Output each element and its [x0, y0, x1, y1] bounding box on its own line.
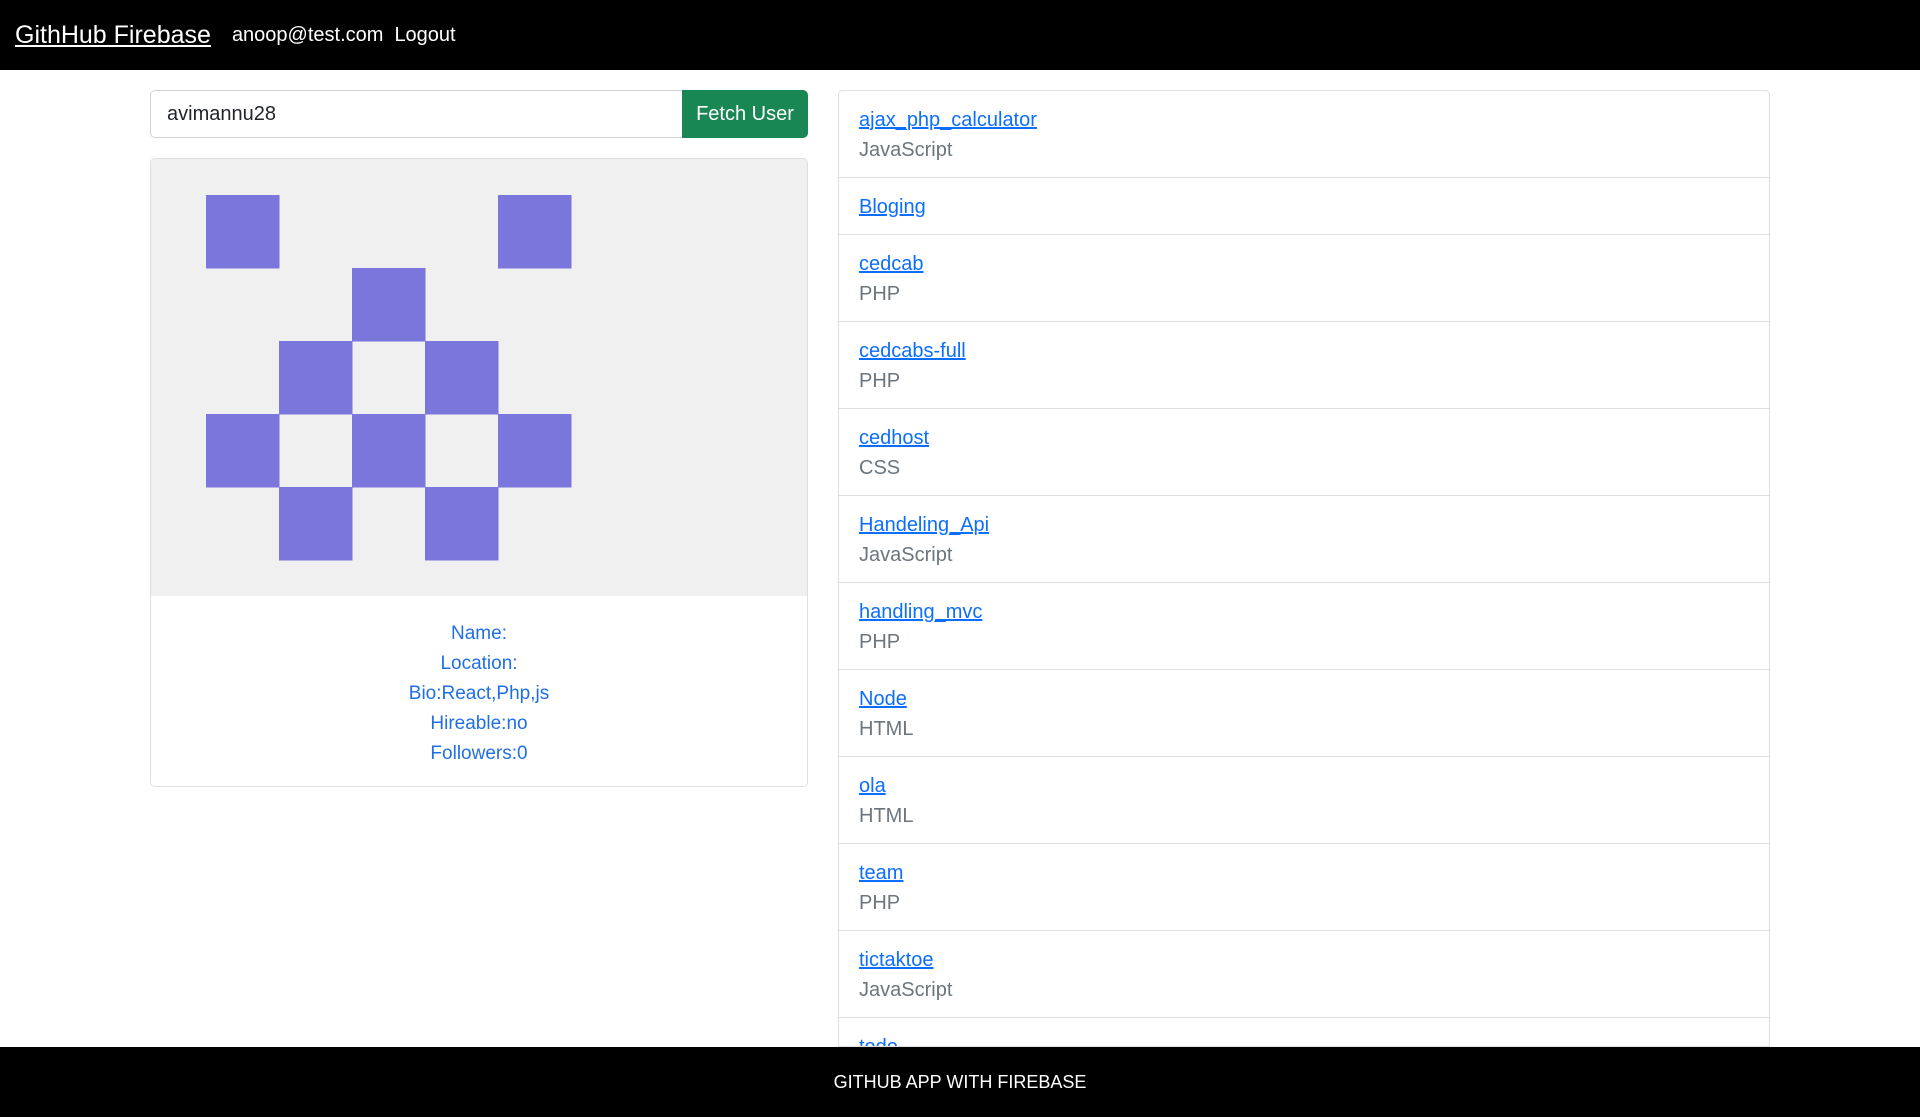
repo-item: Node HTML [839, 670, 1769, 757]
repo-item: team PHP [839, 844, 1769, 931]
repo-language: JavaScript [859, 544, 953, 566]
repo-name-link[interactable]: team [859, 858, 1749, 888]
repo-language: PHP [859, 283, 901, 305]
repo-language: PHP [859, 892, 901, 914]
repo-name-link[interactable]: Bloging [859, 192, 1749, 222]
repo-item: ola HTML [839, 757, 1769, 844]
profile-location: Location: [440, 653, 518, 674]
repo-item: handling_mvc PHP [839, 583, 1769, 670]
logout-link[interactable]: Logout [394, 24, 455, 47]
repo-item: Handeling_Api JavaScript [839, 496, 1769, 583]
repo-language: PHP [859, 370, 901, 392]
repo-name-link[interactable]: todo [859, 1032, 1749, 1046]
repo-item: ajax_php_calculator JavaScript [839, 91, 1769, 178]
identicon-block [279, 341, 353, 415]
identicon-block [352, 268, 426, 342]
brand-link[interactable]: GithHub Firebase [15, 21, 211, 50]
repo-item: cedhost CSS [839, 409, 1769, 496]
identicon-block [498, 195, 572, 269]
repo-language: HTML [859, 805, 914, 827]
fetch-user-button[interactable]: Fetch User [682, 90, 808, 138]
profile-name: Name: [451, 623, 507, 644]
repo-language: PHP [859, 631, 901, 653]
repo-list: ajax_php_calculator JavaScript Bloging cedc… [838, 90, 1770, 1047]
repo-language: JavaScript [859, 139, 953, 161]
identicon-block [206, 414, 280, 488]
profile-bio: Bio:React,Php,js [408, 683, 550, 704]
repo-item: cedcabs-full PHP [839, 322, 1769, 409]
username-input[interactable] [150, 90, 682, 138]
footer: GITHUB APP WITH FIREBASE [0, 1047, 1920, 1117]
identicon-block [498, 414, 572, 488]
repo-name-link[interactable]: handling_mvc [859, 597, 1749, 627]
repo-name-link[interactable]: tictaktoe [859, 945, 1749, 975]
repo-name-link[interactable]: cedcabs-full [859, 336, 1749, 366]
repo-item: todoJavaScript [839, 1018, 1769, 1046]
repo-name-link[interactable]: cedcab [859, 249, 1749, 279]
identicon-block [425, 341, 499, 415]
profile-info: Name: Location: Bio:React,Php,js Hireabl… [151, 596, 807, 769]
identicon-block [279, 487, 353, 561]
avatar [151, 159, 807, 596]
repo-name-link[interactable]: Node [859, 684, 1749, 714]
repo-language: JavaScript [859, 979, 953, 1001]
repo-name-link[interactable]: ola [859, 771, 1749, 801]
repo-item: cedcab PHP [839, 235, 1769, 322]
repo-name-link[interactable]: ajax_php_calculator [859, 105, 1749, 135]
identicon-image [206, 195, 572, 561]
identicon-block [206, 195, 280, 269]
footer-text: GITHUB APP WITH FIREBASE [833, 1071, 1087, 1092]
navbar: GithHub Firebase anoop@test.com Logout [0, 0, 1920, 70]
profile-followers: Followers:0 [430, 743, 528, 764]
profile-hireable: Hireable:no [430, 713, 528, 734]
repo-language: HTML [859, 718, 914, 740]
repo-item: tictaktoe JavaScript [839, 931, 1769, 1018]
repo-name-link[interactable]: Handeling_Api [859, 510, 1749, 540]
repo-language: CSS [859, 457, 901, 479]
repo-item: Bloging [839, 178, 1769, 235]
profile-card: Name: Location: Bio:React,Php,js Hireabl… [150, 158, 808, 787]
identicon-block [352, 414, 426, 488]
search-form: Fetch User [150, 90, 808, 138]
user-email: anoop@test.com [231, 23, 384, 46]
repo-name-link[interactable]: cedhost [859, 423, 1749, 453]
identicon-block [425, 487, 499, 561]
